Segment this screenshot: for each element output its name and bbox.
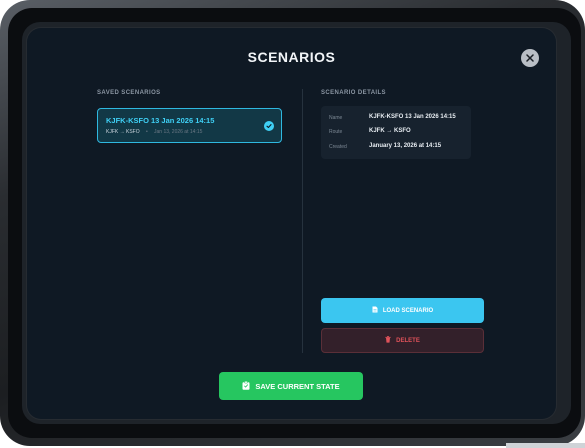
check-circle-icon <box>264 121 274 131</box>
file-icon <box>372 306 378 315</box>
save-current-state-label: SAVE CURRENT STATE <box>255 381 340 391</box>
detail-key: Created <box>329 144 347 150</box>
home-indicator <box>506 443 585 448</box>
column-divider <box>302 89 303 353</box>
detail-key: Name <box>329 115 343 121</box>
saved-scenarios-label: SAVED SCENARIOS <box>97 90 161 96</box>
detail-key: Route <box>329 129 343 135</box>
detail-value: January 13, 2026 at 14:15 <box>369 143 442 149</box>
clipboard-icon <box>242 380 250 392</box>
scenario-date: Jan 13, 2026 at 14:15 <box>154 129 203 135</box>
detail-value: KJFK → KSFO <box>369 128 411 134</box>
scenarios-modal: SCENARIOS SAVED SCENARIOS KJFK-KSFO 13 J… <box>27 28 556 419</box>
close-button[interactable] <box>521 49 539 67</box>
scenario-route: KJFK → KSFO <box>106 129 140 135</box>
scenario-separator: • <box>146 129 148 135</box>
load-scenario-label: LOAD SCENARIO <box>382 307 434 314</box>
trash-icon <box>385 336 391 345</box>
delete-label: DELETE <box>396 337 420 344</box>
scenario-details-label: SCENARIO DETAILS <box>321 90 386 96</box>
delete-button[interactable]: DELETE <box>321 328 484 353</box>
save-current-state-button[interactable]: SAVE CURRENT STATE <box>219 372 363 400</box>
detail-value: KJFK-KSFO 13 Jan 2026 14:15 <box>369 114 456 120</box>
scenario-list-item[interactable]: KJFK-KSFO 13 Jan 2026 14:15 KJFK → KSFO … <box>97 108 282 143</box>
close-icon <box>526 54 534 62</box>
load-scenario-button[interactable]: LOAD SCENARIO <box>321 298 484 323</box>
scenario-details-panel: Name KJFK-KSFO 13 Jan 2026 14:15 Route K… <box>321 106 471 159</box>
scenario-name: KJFK-KSFO 13 Jan 2026 14:15 <box>106 116 215 125</box>
modal-title: SCENARIOS <box>247 49 336 65</box>
